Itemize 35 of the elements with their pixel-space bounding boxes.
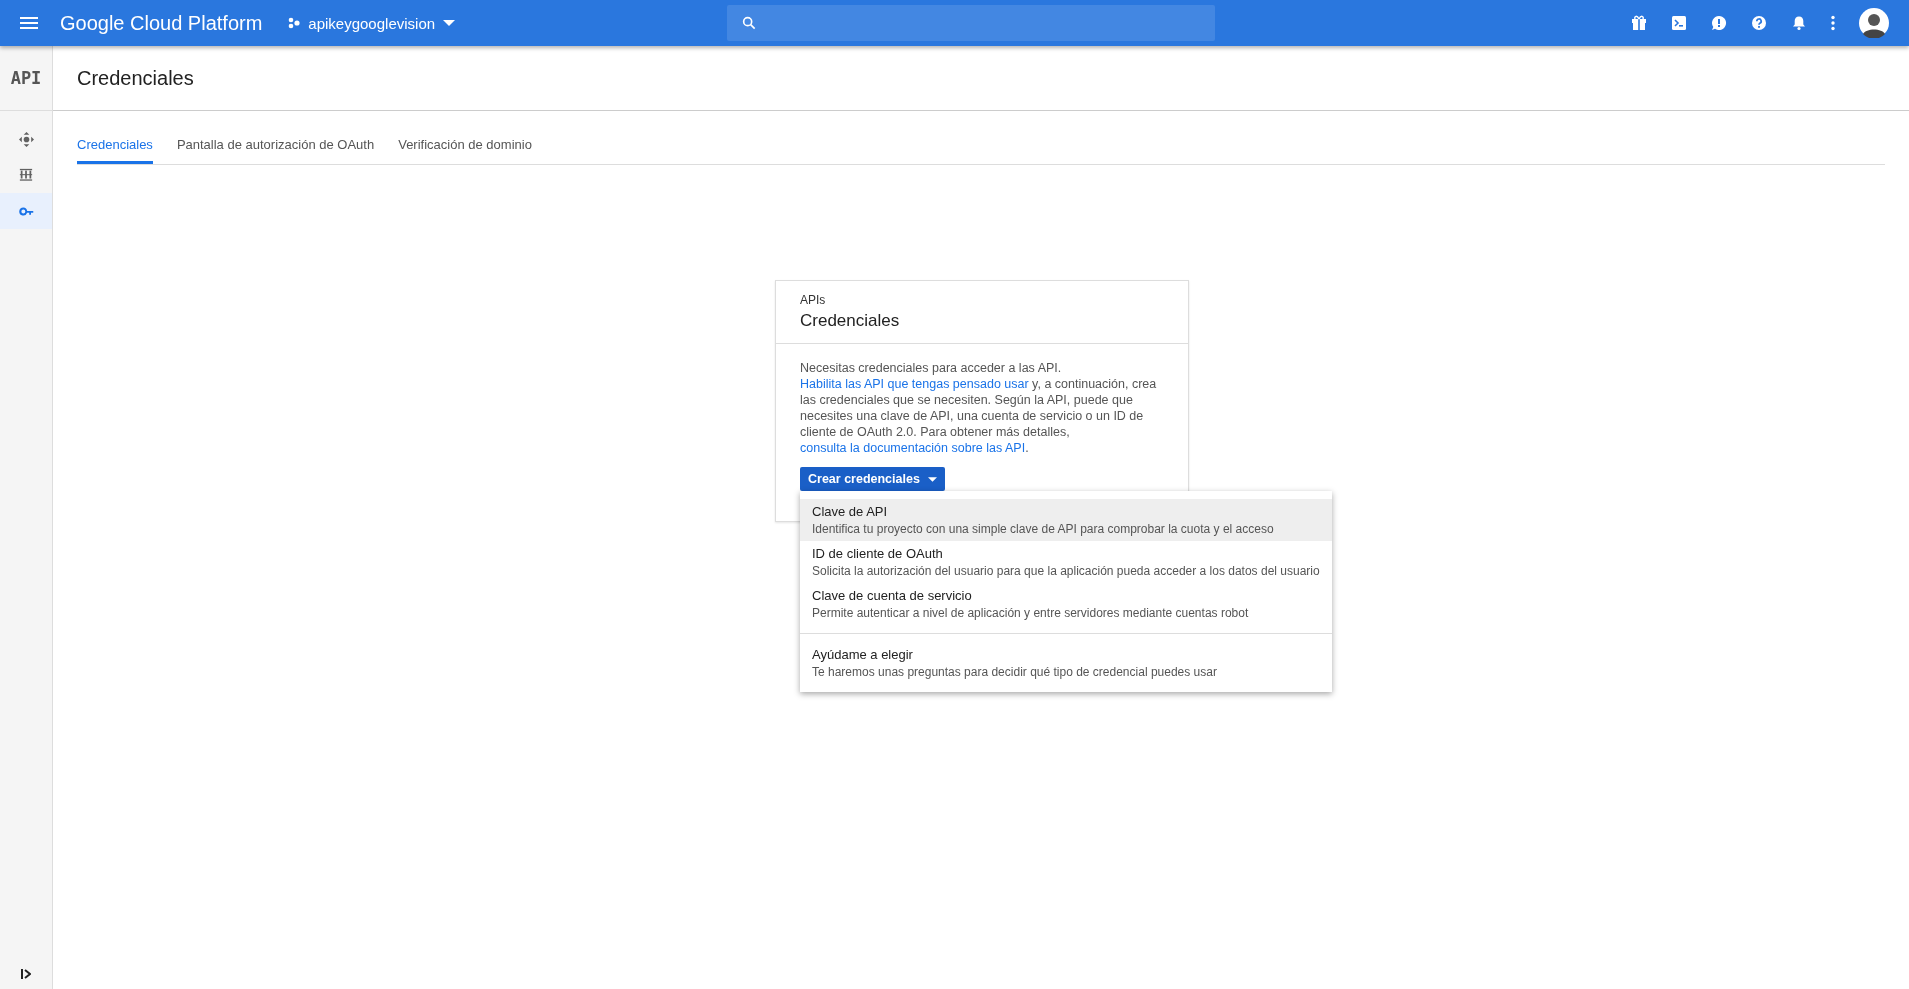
link[interactable]: consulta la documentación sobre las API: [800, 441, 1026, 455]
menu-item[interactable]: Clave de cuenta de servicio Permite autenticar a nivel de aplicación y entre servidores mediante cuentas robot: [800, 583, 1332, 625]
help-icon[interactable]: [1751, 15, 1767, 31]
search-field[interactable]: [727, 5, 1216, 41]
tab[interactable]: Credenciales: [77, 125, 153, 164]
terminal-icon[interactable]: [1671, 15, 1687, 31]
project-selector[interactable]: apikeygooglevision: [284, 10, 460, 36]
card-eyebrow: APIs: [800, 293, 827, 307]
description-text: Necesitas credenciales para acceder a las API. Habilita las API que tengas pensado usar y, a continuación, crea las credenciales que se necesiten. Según la API, puede que necesites una clave de API, una cuenta de servicio o un ID de cliente de OAuth 2.0. Para obtener más detalles, consulta la documentación sobre las API.: [800, 360, 1158, 456]
caret-icon: [443, 20, 456, 26]
tab[interactable]: Pantalla de autorización de OAuth: [176, 125, 375, 164]
menu-item[interactable]: ID de cliente de OAuth Solicita la autorización del usuario para que la aplicación pueda acceder a los datos del usuario: [800, 541, 1332, 583]
search-icon: [741, 15, 758, 31]
caret-icon: [927, 476, 937, 482]
create-credentials-button[interactable]: Crear credenciales: [800, 467, 945, 491]
page-title: Credenciales: [77, 66, 194, 90]
library-icon: [19, 168, 33, 182]
feedback-icon[interactable]: [1711, 15, 1727, 31]
brand-title[interactable]: Google Cloud Platform: [60, 11, 263, 35]
nodes-icon: [288, 17, 301, 29]
notifications-icon[interactable]: [1791, 15, 1807, 31]
menu-icon[interactable]: [20, 17, 38, 29]
dashboard-icon: [18, 131, 34, 147]
menu-item[interactable]: Ayúdame a elegir Te haremos unas preguntas para decidir qué tipo de credencial puedes usar: [800, 642, 1332, 684]
api-logo: API: [10, 68, 42, 88]
expand-icon[interactable]: [21, 969, 31, 979]
link[interactable]: Habilita las API que tengas pensado usar: [800, 377, 1029, 391]
gift-icon[interactable]: [1631, 15, 1647, 31]
key-icon: [18, 206, 34, 216]
tab[interactable]: Verificación de dominio: [398, 125, 532, 164]
avatar-icon[interactable]: [1859, 8, 1889, 38]
more-icon[interactable]: [1831, 15, 1835, 31]
card-title: Credenciales: [800, 311, 901, 331]
sidebar-item[interactable]: [0, 193, 52, 229]
menu-item[interactable]: Clave de API Identifica tu proyecto con una simple clave de API para comprobar la cuota y el acceso: [800, 499, 1332, 541]
